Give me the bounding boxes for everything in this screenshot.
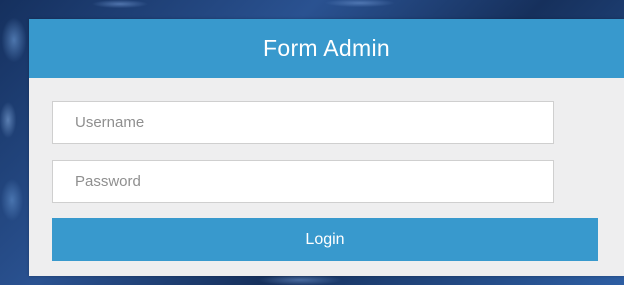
username-input[interactable] <box>52 101 554 144</box>
login-form-card: Form Admin Login <box>29 19 624 276</box>
login-button[interactable]: Login <box>52 218 598 261</box>
password-input[interactable] <box>52 160 554 203</box>
form-header: Form Admin <box>29 19 624 78</box>
form-title: Form Admin <box>263 35 390 61</box>
